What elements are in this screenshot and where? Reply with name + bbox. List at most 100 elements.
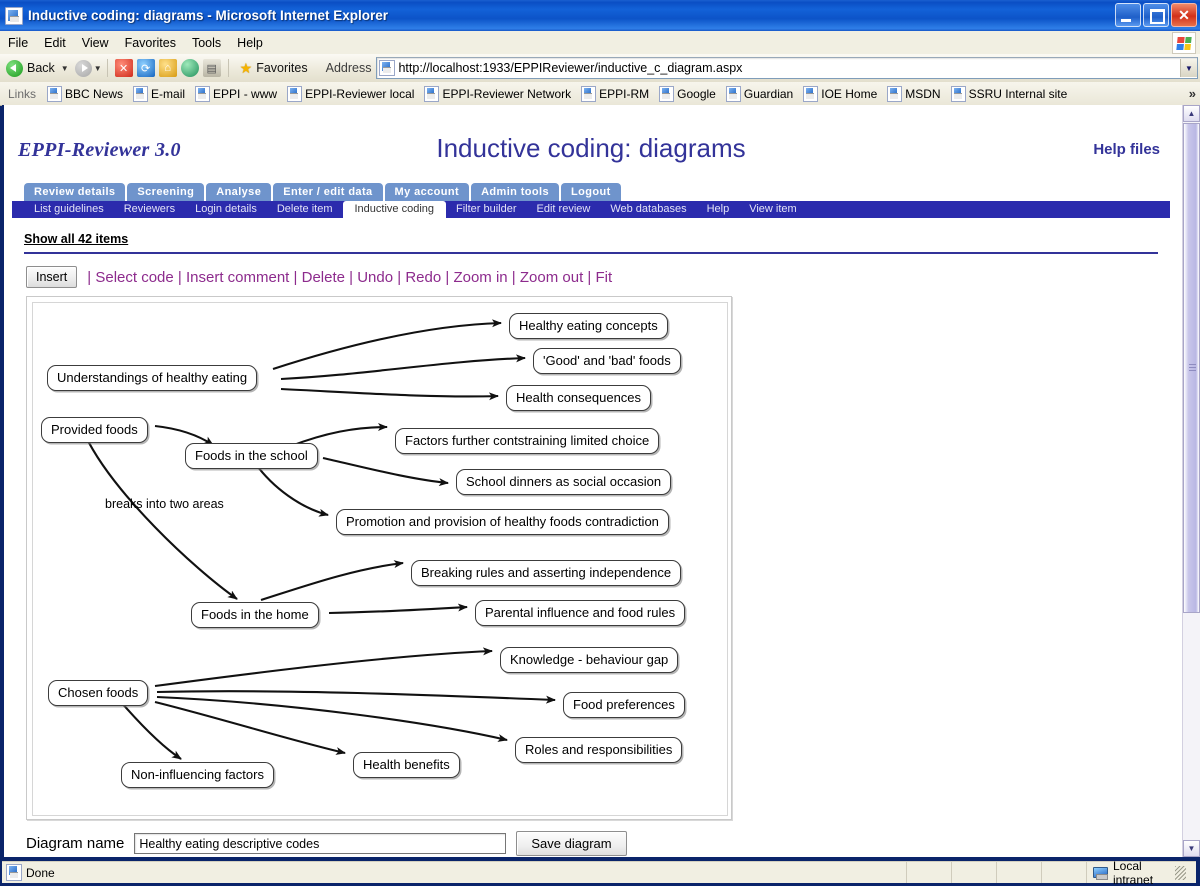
- address-dropdown-icon[interactable]: ▼: [1180, 59, 1197, 77]
- menu-item-view[interactable]: View: [74, 34, 117, 52]
- show-all-items-link[interactable]: Show all 42 items: [24, 232, 128, 246]
- diagram-node-breaking-rules[interactable]: Breaking rules and asserting independenc…: [411, 560, 682, 586]
- tab-review-details[interactable]: Review details: [24, 183, 126, 201]
- menu-item-edit[interactable]: Edit: [36, 34, 74, 52]
- home-icon[interactable]: ⌂: [158, 59, 177, 77]
- subnav-item-login-details[interactable]: Login details: [185, 201, 267, 218]
- subnav-item-inductive-coding[interactable]: Inductive coding: [342, 201, 446, 218]
- subnav-item-filter-builder[interactable]: Filter builder: [446, 201, 527, 218]
- link-email[interactable]: E-mail: [128, 85, 190, 102]
- back-button[interactable]: Back ▼: [0, 59, 69, 77]
- eppi-app: EPPI-Reviewer 3.0 Inductive coding: diag…: [12, 105, 1170, 856]
- subnav-item-web-databases[interactable]: Web databases: [600, 201, 696, 218]
- link-eppi-reviewer-local[interactable]: EPPI-Reviewer local: [282, 85, 419, 102]
- tab-analyse[interactable]: Analyse: [206, 183, 272, 201]
- subnav-item-reviewers[interactable]: Reviewers: [114, 201, 185, 218]
- diagram-node-school-dinners[interactable]: School dinners as social occasion: [456, 469, 672, 495]
- menu-item-help[interactable]: Help: [229, 34, 271, 52]
- delete-link[interactable]: Delete: [302, 269, 345, 286]
- zoom-in-link[interactable]: Zoom in: [453, 269, 507, 286]
- menu-item-tools[interactable]: Tools: [184, 34, 229, 52]
- diagram-node-knowledge-behaviour-gap[interactable]: Knowledge - behaviour gap: [500, 647, 679, 673]
- diagram-canvas[interactable]: Understandings of healthy eating Healthy…: [32, 302, 728, 816]
- subnav-item-delete-item[interactable]: Delete item: [267, 201, 343, 218]
- link-msdn[interactable]: MSDN: [882, 85, 945, 102]
- scroll-down-icon[interactable]: ▼: [1183, 840, 1200, 857]
- tool-separator: |: [445, 268, 450, 286]
- main-tabs: Review details Screening Analyse Enter /…: [12, 183, 1170, 201]
- address-input[interactable]: http://localhost:1933/EPPIReviewer/induc…: [398, 61, 742, 75]
- subnav-item-view-item[interactable]: View item: [739, 201, 806, 218]
- redo-link[interactable]: Redo: [405, 269, 441, 286]
- diagram-node-chosen-foods[interactable]: Chosen foods: [48, 680, 149, 706]
- diagram-node-factors-limited-choice[interactable]: Factors further contstraining limited ch…: [395, 428, 660, 454]
- stop-icon[interactable]: ✕: [114, 59, 133, 77]
- diagram-node-health-benefits[interactable]: Health benefits: [353, 752, 460, 778]
- fit-link[interactable]: Fit: [596, 269, 613, 286]
- link-ioe-home[interactable]: IOE Home: [798, 85, 882, 102]
- scrollbar-thumb[interactable]: [1183, 123, 1200, 613]
- subnav-item-help[interactable]: Help: [697, 201, 740, 218]
- link-google[interactable]: Google: [654, 85, 721, 102]
- help-files-link[interactable]: Help files: [1093, 141, 1160, 158]
- link-guardian[interactable]: Guardian: [721, 85, 798, 102]
- link-eppi-reviewer-network[interactable]: EPPI-Reviewer Network: [419, 85, 576, 102]
- insert-comment-link[interactable]: Insert comment: [186, 269, 289, 286]
- zoom-out-link[interactable]: Zoom out: [520, 269, 583, 286]
- page-scrollbar[interactable]: ▲ ▼: [1182, 105, 1200, 857]
- diagram-name-input[interactable]: [134, 833, 507, 854]
- diagram-node-food-preferences[interactable]: Food preferences: [563, 692, 685, 718]
- diagram-node-health-consequences[interactable]: Health consequences: [506, 385, 652, 411]
- diagram-node-foods-in-the-home[interactable]: Foods in the home: [191, 602, 319, 628]
- insert-button[interactable]: Insert: [26, 266, 78, 288]
- subnav-item-edit-review[interactable]: Edit review: [527, 201, 601, 218]
- diagram-node-parental-influence[interactable]: Parental influence and food rules: [475, 600, 686, 626]
- link-eppi-rm[interactable]: EPPI-RM: [576, 85, 654, 102]
- favorites-button[interactable]: ★ Favorites: [234, 60, 314, 77]
- diagram-edge-label[interactable]: breaks into two areas: [105, 497, 224, 511]
- link-icon: [581, 85, 597, 102]
- link-label: IOE Home: [821, 86, 878, 101]
- subnav-item-list-guidelines[interactable]: List guidelines: [24, 201, 114, 218]
- close-button[interactable]: ✕: [1171, 3, 1197, 27]
- link-label: EPPI-RM: [599, 86, 650, 101]
- back-dropdown-icon[interactable]: ▼: [61, 64, 69, 73]
- diagram-node-roles-responsibilities[interactable]: Roles and responsibilities: [515, 737, 683, 763]
- menu-item-file[interactable]: File: [0, 34, 36, 52]
- maximize-button[interactable]: [1143, 3, 1169, 27]
- status-text: Done: [26, 865, 55, 880]
- link-eppi-www[interactable]: EPPI - www: [190, 85, 282, 102]
- minimize-button[interactable]: [1115, 3, 1141, 27]
- print-icon[interactable]: ▤: [202, 59, 221, 77]
- forward-button[interactable]: [74, 59, 92, 77]
- diagram-panel[interactable]: Understandings of healthy eating Healthy…: [26, 296, 732, 820]
- search-globe-icon[interactable]: [180, 59, 199, 77]
- tab-my-account[interactable]: My account: [384, 183, 470, 201]
- resize-grip-icon[interactable]: [1175, 865, 1186, 880]
- diagram-node-non-influencing-factors[interactable]: Non-influencing factors: [121, 762, 274, 788]
- tab-enter-edit-data[interactable]: Enter / edit data: [273, 183, 383, 201]
- tab-admin-tools[interactable]: Admin tools: [471, 183, 560, 201]
- save-diagram-button[interactable]: Save diagram: [516, 831, 627, 856]
- links-overflow-icon[interactable]: »: [1189, 86, 1196, 101]
- links-label: Links: [8, 86, 37, 101]
- forward-dropdown-icon[interactable]: ▼: [94, 64, 102, 73]
- link-bbc-news[interactable]: BBC News: [42, 85, 128, 102]
- diagram-node-provided-foods[interactable]: Provided foods: [41, 417, 148, 443]
- scroll-up-icon[interactable]: ▲: [1183, 105, 1200, 122]
- diagram-node-promotion-provision[interactable]: Promotion and provision of healthy foods…: [336, 509, 669, 535]
- diagram-node-good-and-bad-foods[interactable]: 'Good' and 'bad' foods: [533, 348, 681, 374]
- diagram-node-foods-in-the-school[interactable]: Foods in the school: [185, 443, 318, 469]
- tab-logout[interactable]: Logout: [561, 183, 621, 201]
- link-ssru-internal-site[interactable]: SSRU Internal site: [946, 85, 1073, 102]
- diagram-node-healthy-eating-concepts[interactable]: Healthy eating concepts: [509, 313, 668, 339]
- link-label: SSRU Internal site: [968, 86, 1068, 101]
- diagram-node-understandings[interactable]: Understandings of healthy eating: [47, 365, 258, 391]
- security-zone[interactable]: Local intranet: [1086, 859, 1196, 886]
- refresh-icon[interactable]: ⟳: [136, 59, 155, 77]
- menu-item-favorites[interactable]: Favorites: [117, 34, 184, 52]
- address-bar[interactable]: http://localhost:1933/EPPIReviewer/induc…: [376, 57, 1198, 79]
- undo-link[interactable]: Undo: [357, 269, 393, 286]
- select-code-link[interactable]: Select code: [95, 269, 173, 286]
- tab-screening[interactable]: Screening: [127, 183, 205, 201]
